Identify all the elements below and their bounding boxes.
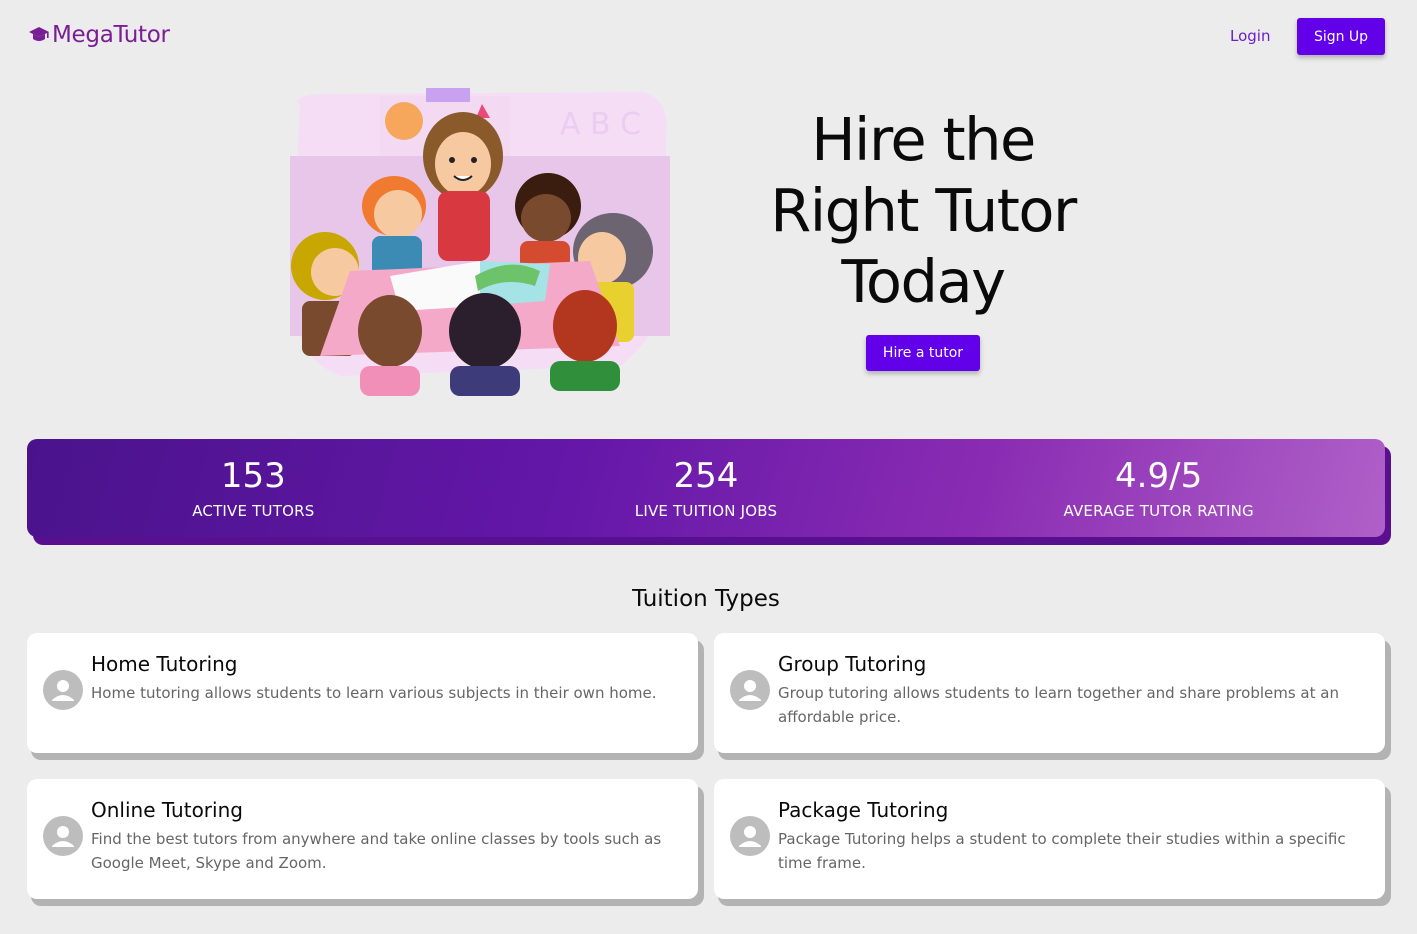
stat-average-rating: 4.9/5 AVERAGE TUTOR RATING — [935, 456, 1383, 520]
section-title: Tuition Types — [632, 586, 780, 612]
tuition-card-home[interactable]: Home Tutoring Home tutoring allows stude… — [27, 633, 698, 753]
stat-label: AVERAGE TUTOR RATING — [1063, 502, 1254, 520]
card-title: Group Tutoring — [778, 652, 927, 676]
hero-illustration: A B C — [280, 86, 680, 406]
stat-value: 4.9/5 — [1115, 456, 1203, 496]
hero-title-line-2: Right Tutor — [770, 176, 1077, 245]
tuition-card-package[interactable]: Package Tutoring Package Tutoring helps … — [714, 779, 1385, 899]
top-nav: MegaTutor Login Sign Up — [0, 0, 1417, 72]
brand-name: MegaTutor — [52, 22, 170, 48]
stat-active-tutors: 153 ACTIVE TUTORS — [29, 456, 477, 520]
person-icon — [730, 816, 770, 856]
brand-logo[interactable]: MegaTutor — [28, 22, 170, 48]
card-title: Online Tutoring — [91, 798, 243, 822]
illustration-letters: A B C — [560, 107, 641, 142]
hero-title-line-1: Hire the — [811, 105, 1036, 174]
person-icon — [43, 670, 83, 710]
card-description: Group tutoring allows students to learn … — [778, 684, 1339, 726]
card-description: Find the best tutors from anywhere and t… — [91, 830, 662, 872]
card-description: Package Tutoring helps a student to comp… — [778, 830, 1346, 872]
signup-button[interactable]: Sign Up — [1297, 18, 1385, 55]
card-description: Home tutoring allows students to learn v… — [91, 684, 657, 702]
card-title: Package Tutoring — [778, 798, 949, 822]
hire-tutor-button[interactable]: Hire a tutor — [866, 335, 980, 371]
person-icon — [730, 670, 770, 710]
stat-label: ACTIVE TUTORS — [192, 502, 315, 520]
tuition-card-online[interactable]: Online Tutoring Find the best tutors fro… — [27, 779, 698, 899]
stat-live-tuition-jobs: 254 LIVE TUITION JOBS — [482, 456, 930, 520]
stat-value: 254 — [673, 456, 739, 496]
stat-value: 153 — [220, 456, 286, 496]
hero-title-line-3: Today — [841, 247, 1006, 316]
tuition-card-group[interactable]: Group Tutoring Group tutoring allows stu… — [714, 633, 1385, 753]
card-title: Home Tutoring — [91, 652, 238, 676]
hero-title: Hire the Right Tutor Today — [723, 104, 1123, 317]
stats-band: 153 ACTIVE TUTORS 254 LIVE TUITION JOBS … — [27, 439, 1385, 537]
login-link[interactable]: Login — [1230, 27, 1270, 45]
person-icon — [43, 816, 83, 856]
graduation-cap-icon — [29, 27, 49, 41]
stat-label: LIVE TUITION JOBS — [634, 502, 778, 520]
